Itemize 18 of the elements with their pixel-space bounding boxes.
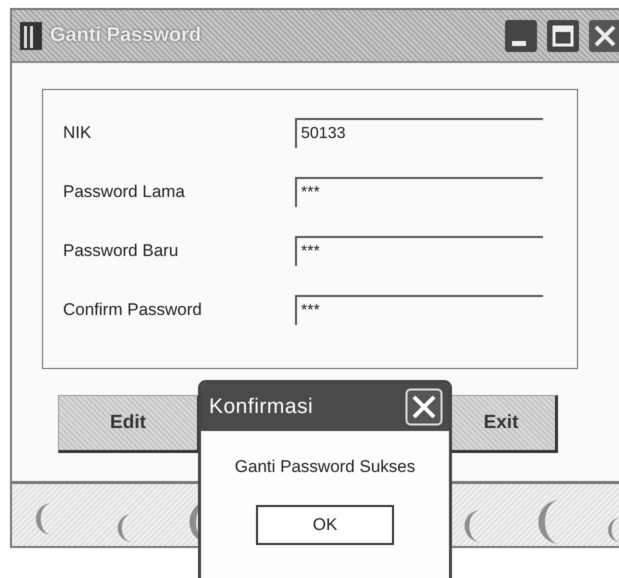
input-field[interactable]: *** — [295, 295, 543, 325]
app-icon — [20, 22, 42, 50]
field-label: Password Baru — [63, 241, 180, 261]
field-label: NIK — [63, 123, 92, 143]
window-title: Ganti Password — [50, 24, 202, 47]
dialog-title: Konfirmasi — [209, 395, 314, 419]
close-button[interactable] — [588, 18, 619, 52]
minimize-button[interactable] — [504, 18, 538, 52]
input-field[interactable]: 50133 — [295, 118, 543, 148]
maximize-button[interactable] — [546, 18, 580, 52]
field-label: Password Lama — [63, 182, 186, 202]
close-button[interactable] — [405, 388, 443, 426]
edit-button[interactable]: Edit — [58, 395, 200, 453]
input-field[interactable]: *** — [295, 177, 543, 207]
input-field[interactable]: *** — [295, 236, 543, 266]
ok-button[interactable]: OK — [256, 505, 394, 545]
field-label: Confirm Password — [63, 300, 203, 320]
dialog-message: Ganti Password Sukses — [234, 457, 416, 477]
